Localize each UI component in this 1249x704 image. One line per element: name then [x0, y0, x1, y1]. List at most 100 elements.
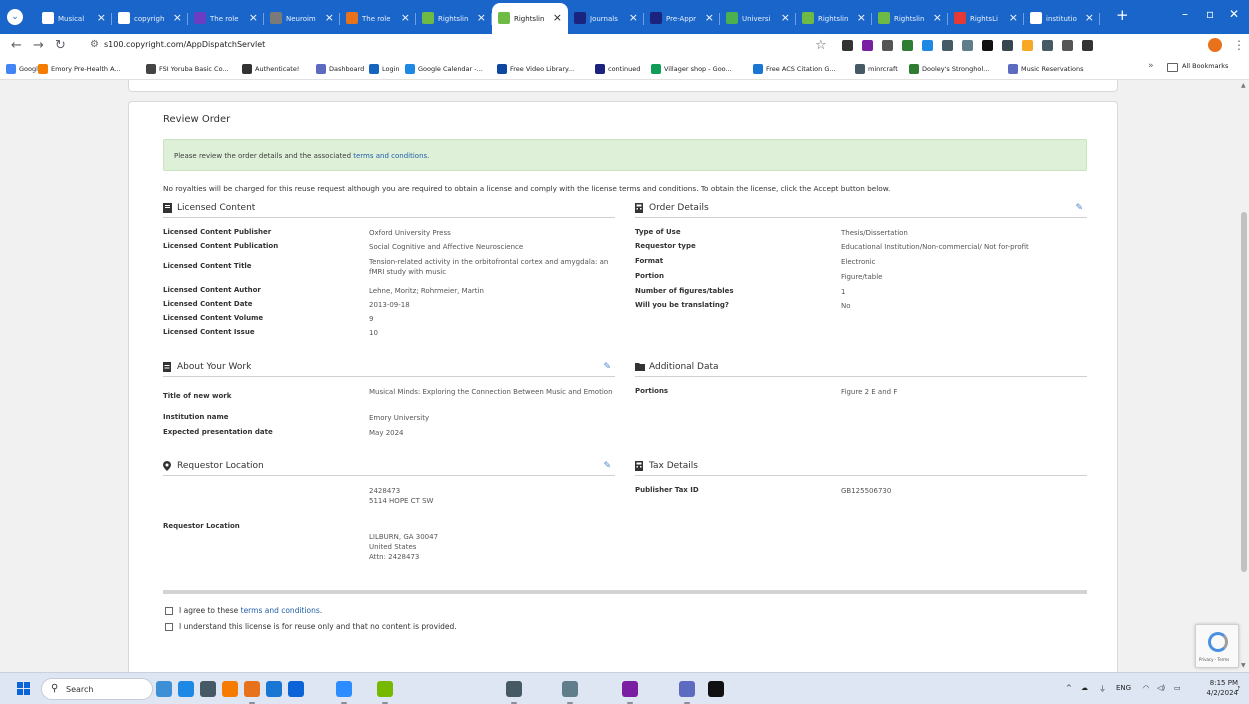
volume-icon[interactable]: ◁) — [1157, 684, 1165, 692]
close-window-icon[interactable]: ✕ — [1229, 7, 1239, 21]
taskbar-app-notion[interactable] — [708, 681, 724, 697]
extension-icon[interactable] — [1022, 40, 1033, 51]
browser-tab[interactable]: Neuroim × — [264, 3, 340, 34]
tab-close-icon[interactable]: × — [553, 12, 562, 24]
taskbar-search[interactable]: ⚲ Search — [41, 678, 153, 700]
tab-close-icon[interactable]: × — [629, 12, 638, 24]
extension-icon[interactable] — [882, 40, 893, 51]
tab-close-icon[interactable]: × — [325, 12, 334, 24]
site-info-icon[interactable]: ⚙ — [90, 39, 100, 53]
profile-avatar[interactable] — [1208, 38, 1222, 52]
detail-value: Social Cognitive and Affective Neuroscie… — [369, 243, 524, 251]
clock-time[interactable]: 8:15 PM — [1208, 679, 1238, 687]
edit-location-icon[interactable]: ✎ — [603, 461, 611, 471]
browser-menu-icon[interactable]: ⋮ — [1233, 38, 1245, 52]
tab-close-icon[interactable]: × — [1085, 12, 1094, 24]
browser-tab[interactable]: institutio × — [1024, 3, 1100, 34]
terms-link[interactable]: terms and conditions — [353, 152, 427, 160]
edit-order-icon[interactable]: ✎ — [1075, 203, 1083, 213]
tab-close-icon[interactable]: × — [477, 12, 486, 24]
chevron-up-icon[interactable]: ^ — [1066, 684, 1072, 692]
extension-icon[interactable] — [1042, 40, 1053, 51]
bookmark-star-icon[interactable]: ☆ — [815, 38, 827, 53]
extension-icon[interactable] — [1062, 40, 1073, 51]
reuse-only-checkbox[interactable] — [165, 623, 173, 631]
page-scrollbar[interactable]: ▲ ▼ — [1239, 80, 1249, 672]
browser-tab[interactable]: Pre-Appr × — [644, 3, 720, 34]
extension-icon[interactable] — [922, 40, 933, 51]
browser-tab[interactable]: Musical × — [36, 3, 112, 34]
terms-link[interactable]: terms and conditions — [241, 606, 320, 615]
taskbar-app-nvidia[interactable] — [377, 681, 393, 697]
scroll-thumb[interactable] — [1241, 212, 1247, 572]
taskbar-app-store[interactable] — [288, 681, 304, 697]
taskbar-app-app-4[interactable] — [222, 681, 238, 697]
browser-tab[interactable]: Journals × — [568, 3, 644, 34]
wifi-icon[interactable]: ◠ — [1143, 684, 1149, 692]
recaptcha-badge[interactable]: Privacy - Terms — [1195, 624, 1239, 668]
browser-tab[interactable]: Rightslin × — [872, 3, 948, 34]
taskbar-app-calculator[interactable] — [506, 681, 522, 697]
tab-close-icon[interactable]: × — [1009, 12, 1018, 24]
taskbar-app-files[interactable] — [156, 681, 172, 697]
cloud-icon[interactable]: ☁ — [1081, 684, 1088, 692]
browser-tab[interactable]: RightsLi × — [948, 3, 1024, 34]
extension-icon[interactable] — [942, 40, 953, 51]
clock-date[interactable]: 4/2/2024 — [1203, 689, 1238, 697]
tab-close-icon[interactable]: × — [705, 12, 714, 24]
more-bookmarks-icon[interactable]: » — [1148, 61, 1154, 71]
tab-close-icon[interactable]: × — [173, 12, 182, 24]
browser-tab[interactable]: Universi × — [720, 3, 796, 34]
recaptcha-links[interactable]: Privacy - Terms — [1199, 657, 1229, 662]
all-bookmarks-button[interactable]: All Bookmarks — [1182, 62, 1228, 70]
scroll-up-icon[interactable]: ▲ — [1241, 82, 1246, 89]
language-indicator[interactable]: ENG — [1116, 684, 1131, 692]
tab-label: The role — [210, 15, 239, 23]
battery-icon[interactable]: ▭ — [1174, 684, 1181, 692]
tab-close-icon[interactable]: × — [249, 12, 258, 24]
browser-tab[interactable]: The role × — [188, 3, 264, 34]
edit-work-icon[interactable]: ✎ — [603, 362, 611, 372]
browser-tab[interactable]: Rightslin × — [796, 3, 872, 34]
extension-icon[interactable] — [962, 40, 973, 51]
taskbar-app-app-3[interactable] — [200, 681, 216, 697]
taskbar-app-app-6[interactable] — [266, 681, 282, 697]
scroll-down-icon[interactable]: ▼ — [1241, 662, 1246, 669]
taskbar-app-app-2[interactable] — [178, 681, 194, 697]
new-tab-button[interactable]: + — [1116, 6, 1129, 24]
extension-icon[interactable] — [1002, 40, 1013, 51]
reload-icon[interactable]: ↻ — [55, 38, 66, 54]
detail-value: 2013-09-18 — [369, 301, 410, 309]
taskbar-app-onenote[interactable] — [622, 681, 638, 697]
taskbar-app-teams[interactable] — [679, 681, 695, 697]
tab-close-icon[interactable]: × — [97, 12, 106, 24]
minimize-icon[interactable]: – — [1182, 7, 1188, 21]
calculator-icon — [635, 461, 644, 471]
browser-tab[interactable]: Rightslin × — [416, 3, 492, 34]
extension-icon[interactable] — [982, 40, 993, 51]
browser-tab[interactable]: copyrigh × — [112, 3, 188, 34]
address-bar[interactable]: ⚙ s100.copyright.com/AppDispatchServlet — [86, 36, 826, 56]
back-icon[interactable]: ← — [11, 38, 22, 54]
agree-terms-checkbox[interactable] — [165, 607, 173, 615]
extension-icon[interactable] — [902, 40, 913, 51]
taskbar-app-app-11[interactable] — [562, 681, 578, 697]
taskbar-app-chrome[interactable] — [244, 681, 260, 697]
tab-close-icon[interactable]: × — [933, 12, 942, 24]
restore-icon[interactable]: ▫ — [1206, 7, 1214, 21]
notification-bell-icon[interactable]: ♪ — [1236, 685, 1240, 693]
taskbar-app-zoom[interactable] — [336, 681, 352, 697]
tab-search-icon[interactable]: ⌄ — [7, 9, 23, 25]
forward-icon[interactable]: → — [33, 38, 44, 54]
browser-tab[interactable]: Rightslin × — [492, 3, 568, 34]
extension-icon[interactable] — [842, 40, 853, 51]
tab-close-icon[interactable]: × — [401, 12, 410, 24]
windows-start-icon[interactable] — [17, 682, 31, 696]
mic-icon[interactable]: ⏚ — [1099, 684, 1106, 694]
browser-tab[interactable]: The role × — [340, 3, 416, 34]
tab-close-icon[interactable]: × — [781, 12, 790, 24]
extension-icon[interactable] — [862, 40, 873, 51]
tab-close-icon[interactable]: × — [857, 12, 866, 24]
reuse-only-label: I understand this license is for reuse o… — [179, 622, 457, 631]
extension-icon[interactable] — [1082, 40, 1093, 51]
